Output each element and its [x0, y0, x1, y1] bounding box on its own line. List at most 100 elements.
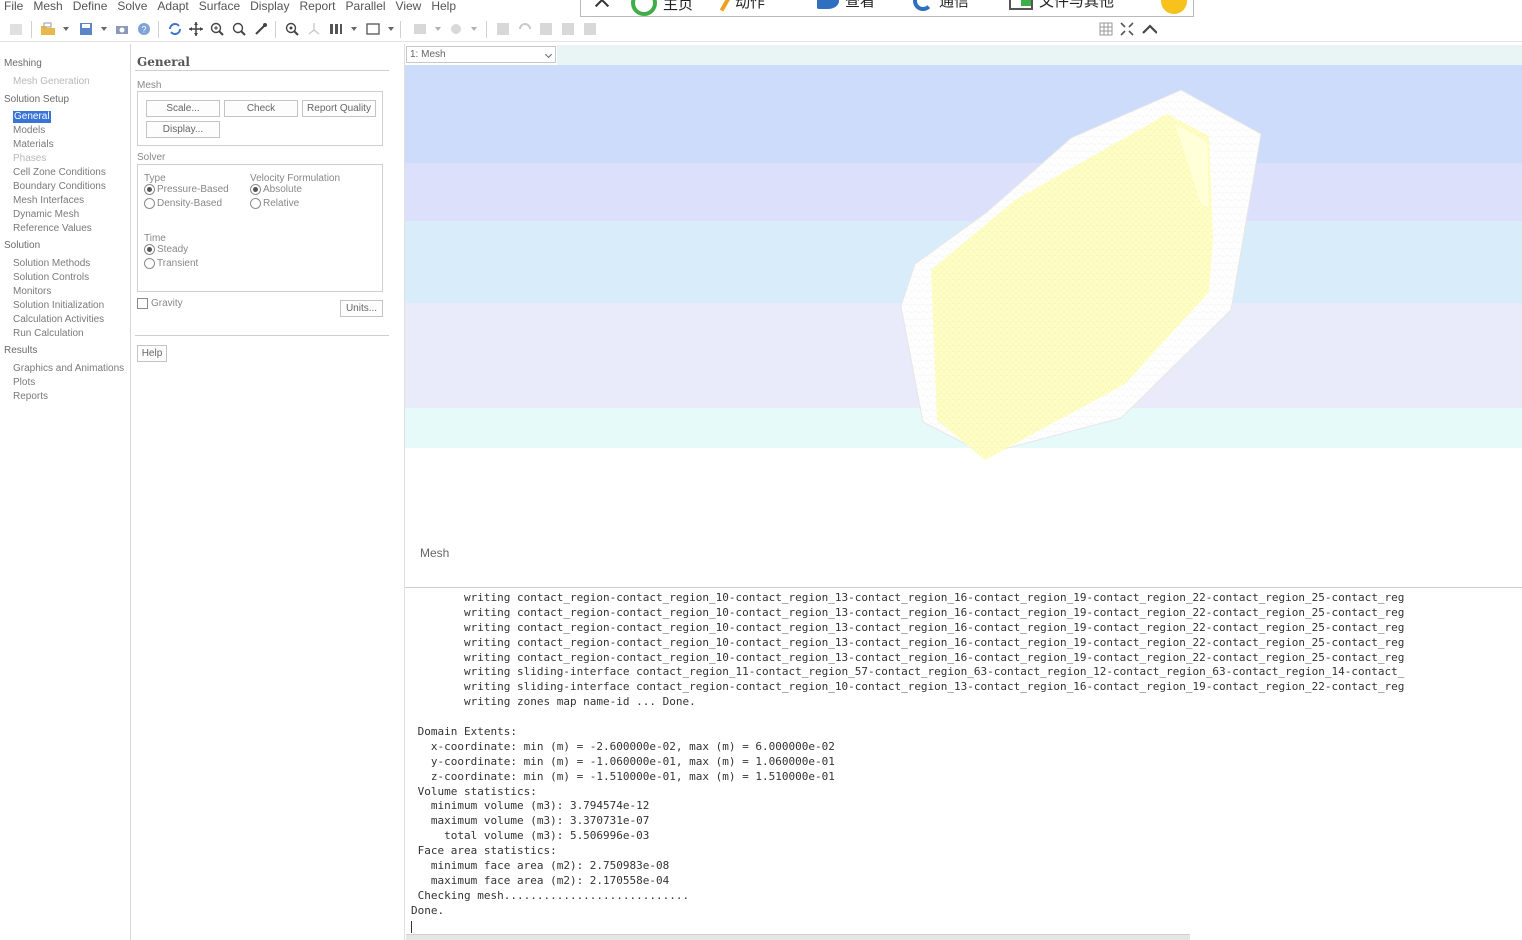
nav-reference-values[interactable]: Reference Values [13, 223, 92, 235]
console-line: total volume (m3): 5.506996e-03 [411, 829, 650, 843]
help-icon[interactable]: ? [136, 21, 152, 37]
pan-icon[interactable] [188, 21, 204, 37]
window-dropdown-icon[interactable] [388, 27, 394, 31]
nav-mesh-generation[interactable]: Mesh Generation [13, 76, 90, 88]
steady-radio[interactable]: Steady [144, 244, 188, 255]
console-line: writing contact_region-contact_region_10… [411, 650, 1405, 664]
nav-materials[interactable]: Materials [13, 139, 54, 151]
type-label: Type [144, 173, 166, 184]
nav-solution[interactable]: Solution [4, 240, 40, 252]
menu-help[interactable]: Help [427, 0, 460, 12]
rotate-icon[interactable] [167, 21, 183, 37]
nav-monitors[interactable]: Monitors [13, 286, 51, 298]
new-file-icon[interactable] [8, 21, 24, 37]
nav-solution-controls[interactable]: Solution Controls [13, 272, 89, 284]
radio-dot [144, 244, 155, 255]
remote-files-button[interactable]: 文件与其他 [1009, 0, 1114, 11]
nav-boundary-conditions[interactable]: Boundary Conditions [13, 181, 106, 193]
layout-icon[interactable] [412, 21, 428, 37]
absolute-radio[interactable]: Absolute [250, 184, 302, 195]
scale-button[interactable]: Scale... [146, 100, 220, 117]
save-icon[interactable] [78, 21, 94, 37]
console-line: writing contact_region-contact_region_10… [411, 620, 1405, 634]
solver-group-label: Solver [137, 152, 166, 163]
nav-results[interactable]: Results [4, 345, 37, 357]
menu-view[interactable]: View [392, 0, 426, 12]
probe-icon[interactable] [253, 21, 269, 37]
grid-icon[interactable] [495, 21, 511, 37]
nav-models[interactable]: Models [13, 125, 45, 137]
nav-phases[interactable]: Phases [13, 153, 46, 165]
grid-layout-icon[interactable] [1098, 21, 1114, 37]
refresh-view-icon[interactable] [517, 21, 533, 37]
nav-solution-setup[interactable]: Solution Setup [4, 94, 69, 106]
zoom-in-icon[interactable] [209, 21, 225, 37]
graphics-window[interactable]: 1: Mesh Mesh [405, 44, 1522, 588]
transient-radio[interactable]: Transient [144, 258, 198, 269]
nav-graphics-and-animations[interactable]: Graphics and Animations [13, 363, 124, 375]
pressure-based-radio[interactable]: Pressure-Based [144, 184, 229, 195]
remote-action-button[interactable]: 动作 [719, 0, 765, 12]
window-icon[interactable] [365, 21, 381, 37]
nav-reports[interactable]: Reports [13, 391, 48, 403]
nav-solution-initialization[interactable]: Solution Initialization [13, 300, 104, 312]
remote-home-button[interactable]: 主页 [631, 0, 693, 16]
menu-define[interactable]: Define [69, 0, 112, 12]
tile-vertical-icon[interactable] [582, 21, 598, 37]
nav-dynamic-mesh[interactable]: Dynamic Mesh [13, 209, 79, 221]
render-dropdown-icon[interactable] [471, 27, 477, 31]
console-line: maximum face area (m2): 2.170558e-04 [411, 873, 670, 887]
camera-icon[interactable] [114, 21, 130, 37]
nav-cell-zone-conditions[interactable]: Cell Zone Conditions [13, 167, 106, 179]
density-based-radio[interactable]: Density-Based [144, 198, 222, 209]
display-button[interactable]: Display... [146, 121, 220, 138]
relative-label: Relative [263, 198, 300, 209]
zoom-box-icon[interactable] [231, 21, 247, 37]
menu-file[interactable]: File [0, 0, 27, 12]
menu-display[interactable]: Display [246, 0, 293, 12]
views-dropdown-icon[interactable] [351, 27, 357, 31]
remote-emoji-button[interactable] [1161, 0, 1193, 14]
menu-mesh[interactable]: Mesh [29, 0, 66, 12]
save-dropdown-icon[interactable] [101, 27, 107, 31]
menu-surface[interactable]: Surface [195, 0, 244, 12]
remote-view-button[interactable]: 查看 [817, 0, 875, 11]
nav-mesh-interfaces[interactable]: Mesh Interfaces [13, 195, 84, 207]
nav-run-calculation[interactable]: Run Calculation [13, 328, 84, 340]
tile-icon[interactable] [538, 21, 554, 37]
chevron-up-icon[interactable] [1141, 21, 1157, 37]
menu-solve[interactable]: Solve [113, 0, 151, 12]
relative-radio[interactable]: Relative [250, 198, 299, 209]
axes-icon[interactable] [306, 21, 322, 37]
console-horizontal-scrollbar[interactable] [406, 934, 1190, 940]
nav-calculation-activities[interactable]: Calculation Activities [13, 314, 104, 326]
views-icon[interactable] [328, 21, 344, 37]
layout-dropdown-icon[interactable] [435, 27, 441, 31]
nav-solution-methods[interactable]: Solution Methods [13, 258, 90, 270]
check-button[interactable]: Check [224, 100, 298, 117]
report-quality-button[interactable]: Report Quality [302, 100, 376, 117]
render-icon[interactable] [448, 21, 464, 37]
nav-plots[interactable]: Plots [13, 377, 35, 389]
open-dropdown-icon[interactable] [63, 27, 69, 31]
menu-parallel[interactable]: Parallel [342, 0, 390, 12]
console-output[interactable]: writing contact_region-contact_region_10… [406, 590, 1522, 934]
general-panel: General Mesh Scale... Check Report Quali… [132, 44, 405, 940]
help-button[interactable]: Help [137, 345, 167, 362]
nav-meshing[interactable]: Meshing [4, 58, 42, 70]
open-folder-icon[interactable] [40, 21, 56, 37]
remote-comm-label: 通信 [939, 0, 970, 10]
view-selector[interactable]: 1: Mesh [406, 46, 556, 63]
gravity-checkbox[interactable]: Gravity [137, 298, 183, 309]
nav-general[interactable]: General [13, 111, 51, 123]
remote-close-button[interactable] [593, 0, 617, 9]
console-line: z-coordinate: min (m) = -1.510000e-01, m… [411, 769, 835, 783]
units-button[interactable]: Units... [340, 300, 383, 317]
solver-group-box: Type Pressure-Based Density-Based Veloci… [137, 164, 383, 292]
menu-report[interactable]: Report [295, 0, 339, 12]
remote-comm-button[interactable]: 通信 [913, 0, 969, 11]
tile-horizontal-icon[interactable] [560, 21, 576, 37]
fit-to-window-icon[interactable] [284, 21, 300, 37]
menu-adapt[interactable]: Adapt [153, 0, 192, 12]
maximize-icon[interactable] [1119, 21, 1135, 37]
